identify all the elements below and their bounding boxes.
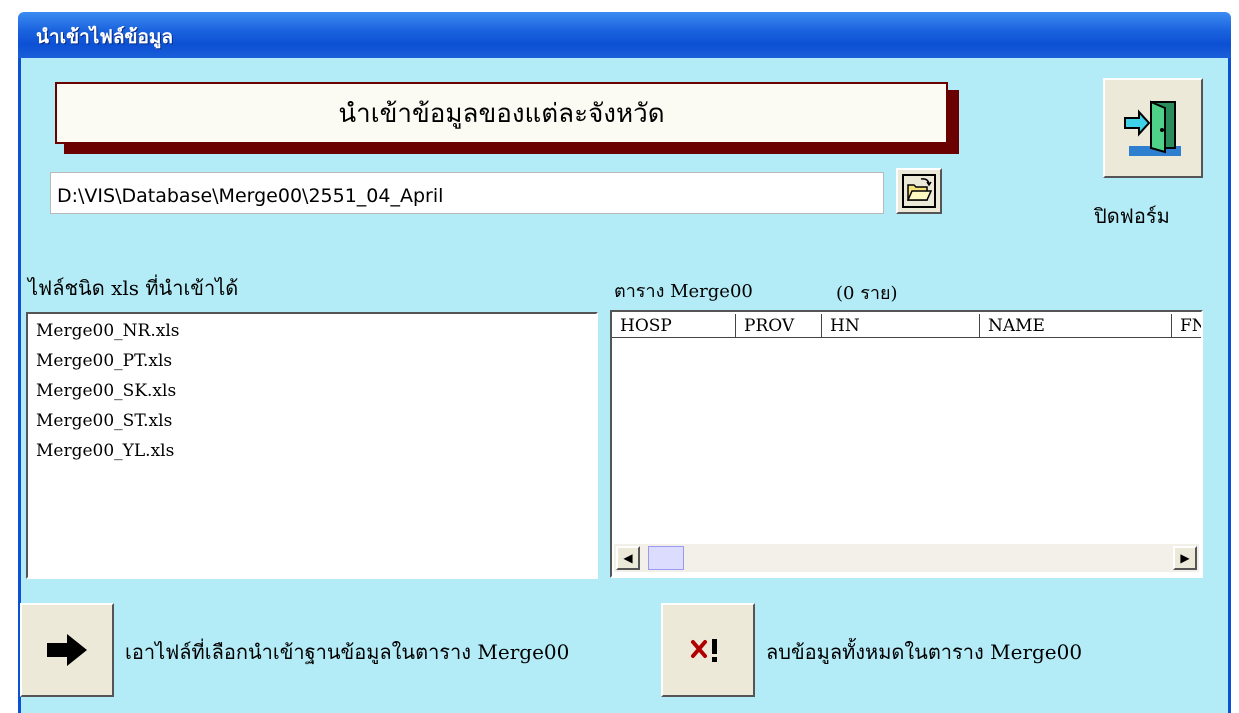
scrollbar-thumb[interactable] (648, 546, 684, 570)
table-label: ตาราง Merge00 (614, 281, 753, 302)
merge-table-grid[interactable]: HOSP PROV HN NAME FN ◀ ▶ (610, 310, 1203, 578)
form-heading: นำเข้าข้อมูลของแต่ละจังหวัด (55, 82, 948, 144)
list-item[interactable]: Merge00_NR.xls (36, 316, 596, 346)
import-selected-label: เอาไฟล์ที่เลือกนำเข้าฐานข้อมูลในตาราง Me… (125, 640, 570, 664)
folder-path-input[interactable] (50, 172, 884, 214)
column-header-hosp[interactable]: HOSP (612, 314, 736, 338)
title-bar[interactable]: นำเข้าไฟล์ข้อมูล (18, 12, 1231, 58)
import-selected-button[interactable] (20, 603, 114, 697)
column-header-name[interactable]: NAME (980, 314, 1172, 338)
file-list[interactable]: Merge00_NR.xls Merge00_PT.xls Merge00_SK… (26, 312, 598, 579)
window-title: นำเข้าไฟล์ข้อมูล (36, 26, 174, 48)
delete-x-icon (691, 639, 717, 662)
open-folder-icon (902, 174, 936, 208)
column-header-prov[interactable]: PROV (736, 314, 822, 338)
delete-all-button[interactable] (661, 603, 755, 697)
column-header-hn[interactable]: HN (822, 314, 980, 338)
browse-folder-button[interactable] (896, 168, 942, 214)
list-item[interactable]: Merge00_PT.xls (36, 346, 596, 376)
list-item[interactable]: Merge00_ST.xls (36, 406, 596, 436)
scroll-left-icon[interactable]: ◀ (616, 546, 640, 570)
right-arrow-icon (47, 634, 87, 666)
exit-door-icon (1124, 100, 1181, 156)
form-heading-text: นำเข้าข้อมูลของแต่ละจังหวัด (338, 98, 665, 129)
list-item[interactable]: Merge00_YL.xls (36, 436, 596, 466)
import-file-window: นำเข้าไฟล์ข้อมูล นำเข้าข้อมูลของแต่ละจัง… (0, 0, 1239, 713)
close-form-button[interactable] (1103, 78, 1203, 178)
list-item[interactable]: Merge00_SK.xls (36, 376, 596, 406)
delete-all-label: ลบข้อมูลทั้งหมดในตาราง Merge00 (766, 640, 1083, 664)
column-header-fn[interactable]: FN (1172, 314, 1201, 338)
horizontal-scrollbar[interactable]: ◀ ▶ (614, 544, 1199, 572)
scroll-right-icon[interactable]: ▶ (1173, 546, 1197, 570)
close-form-label: ปิดฟอร์ม (1094, 204, 1170, 228)
record-count: (0 ราย) (836, 283, 898, 304)
file-list-label: ไฟล์ชนิด xls ที่นำเข้าได้ (28, 276, 239, 300)
